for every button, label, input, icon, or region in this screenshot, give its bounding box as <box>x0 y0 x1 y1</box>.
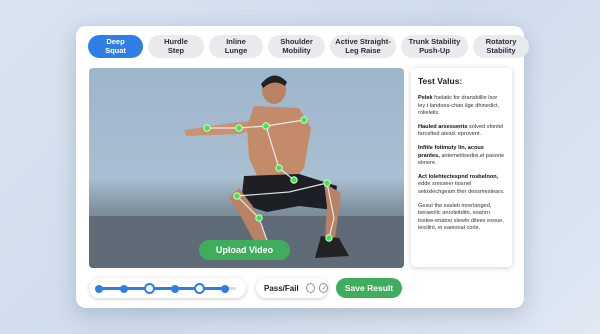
pass-fail-label: Pass/Fail <box>264 283 299 293</box>
panel-paragraph: Act lolehtectespnd rosbelnon, edde sress… <box>418 173 505 195</box>
panel-paragraph: Pelek foelatic for dransbillie lsor ley … <box>418 95 500 117</box>
tab-rotatory-stability[interactable]: Rotatory Stability <box>473 35 529 58</box>
panel-paragraph: Gesut the sasleb mrerlanged, beraenlic a… <box>418 202 504 232</box>
slider-knob[interactable] <box>143 283 155 294</box>
tab-active-straight-leg-raise[interactable]: Active Straight- Leg Raise <box>330 35 396 58</box>
test-tabs: Deep Squat Hurdle Step Inline Lunge Shou… <box>88 35 529 58</box>
panel-paragraph: Infitle fotimuty lin, acous prantes, ant… <box>418 144 505 167</box>
slider-step-dot <box>95 284 103 293</box>
upload-video-button[interactable]: Upload Video <box>199 240 290 260</box>
assessment-card: Deep Squat Hurdle Step Inline Lunge Shou… <box>76 26 529 308</box>
panel-paragraph: Hauled arsessents solved sfontel farcelt… <box>418 123 504 138</box>
check-icon: ✓ <box>321 284 328 292</box>
squat-pose-illustration <box>89 75 404 268</box>
slider-step-dot <box>170 284 179 293</box>
slider-fill <box>99 287 226 290</box>
pass-fail-group: Pass/Fail ✓ <box>256 278 328 298</box>
tab-deep-squat[interactable]: Deep Squat <box>88 35 143 58</box>
slider-step-dot <box>221 284 230 293</box>
shorts <box>241 174 337 212</box>
test-values-panel: Test Valus: Pelek foelatic for dransbill… <box>411 68 512 267</box>
tab-shoulder-mobility[interactable]: Shoulder Mobility <box>268 35 325 58</box>
fail-radio[interactable] <box>305 283 315 293</box>
panel-title: Test Valus: <box>418 76 463 86</box>
pass-radio[interactable]: ✓ <box>318 283 328 293</box>
save-result-button[interactable]: Save Result <box>336 278 402 298</box>
tab-hurdle-step[interactable]: Hurdle Step <box>148 35 204 58</box>
slider-step-dot <box>120 284 129 293</box>
score-slider[interactable] <box>89 278 246 298</box>
video-preview[interactable]: Upload Video <box>89 68 404 268</box>
slider-knob[interactable] <box>194 283 206 294</box>
tab-trunk-stability-push-up[interactable]: Trunk Stability Push-Up <box>401 35 468 58</box>
tab-inline-lunge[interactable]: Inline Lunge <box>209 35 263 58</box>
